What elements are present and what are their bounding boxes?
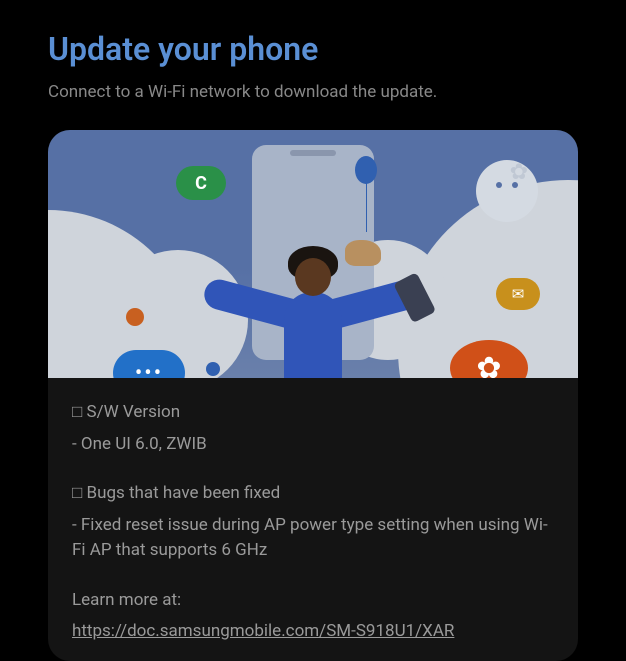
- page-subtitle: Connect to a Wi-Fi network to download t…: [48, 82, 578, 102]
- bugs-fixed-header: □ Bugs that have been fixed: [72, 481, 554, 507]
- chat-app-icon: •••: [113, 350, 185, 378]
- sun-icon: [476, 160, 538, 222]
- update-details: □ S/W Version - One UI 6.0, ZWIB □ Bugs …: [48, 378, 578, 661]
- update-illustration: ✿ C ••• ✉ ✿: [48, 130, 578, 378]
- dot-decoration: [126, 308, 144, 326]
- balloon-icon: [355, 156, 377, 184]
- page-title: Update your phone: [48, 30, 578, 68]
- update-card: ✿ C ••• ✉ ✿ □ S/W Version - One UI 6.0, …: [48, 130, 578, 661]
- gear-icon: ✿: [510, 160, 528, 185]
- learn-more-label: Learn more at:: [72, 588, 554, 614]
- mail-app-icon: ✉: [496, 278, 540, 310]
- dog-icon: [345, 240, 381, 266]
- sw-version-value: - One UI 6.0, ZWIB: [72, 432, 554, 458]
- bugs-fixed-item: - Fixed reset issue during AP power type…: [72, 513, 554, 564]
- phone-app-icon: C: [176, 166, 226, 200]
- dot-decoration: [206, 362, 220, 376]
- learn-more-link[interactable]: https://doc.samsungmobile.com/SM-S918U1/…: [72, 621, 454, 641]
- sw-version-header: □ S/W Version: [72, 400, 554, 426]
